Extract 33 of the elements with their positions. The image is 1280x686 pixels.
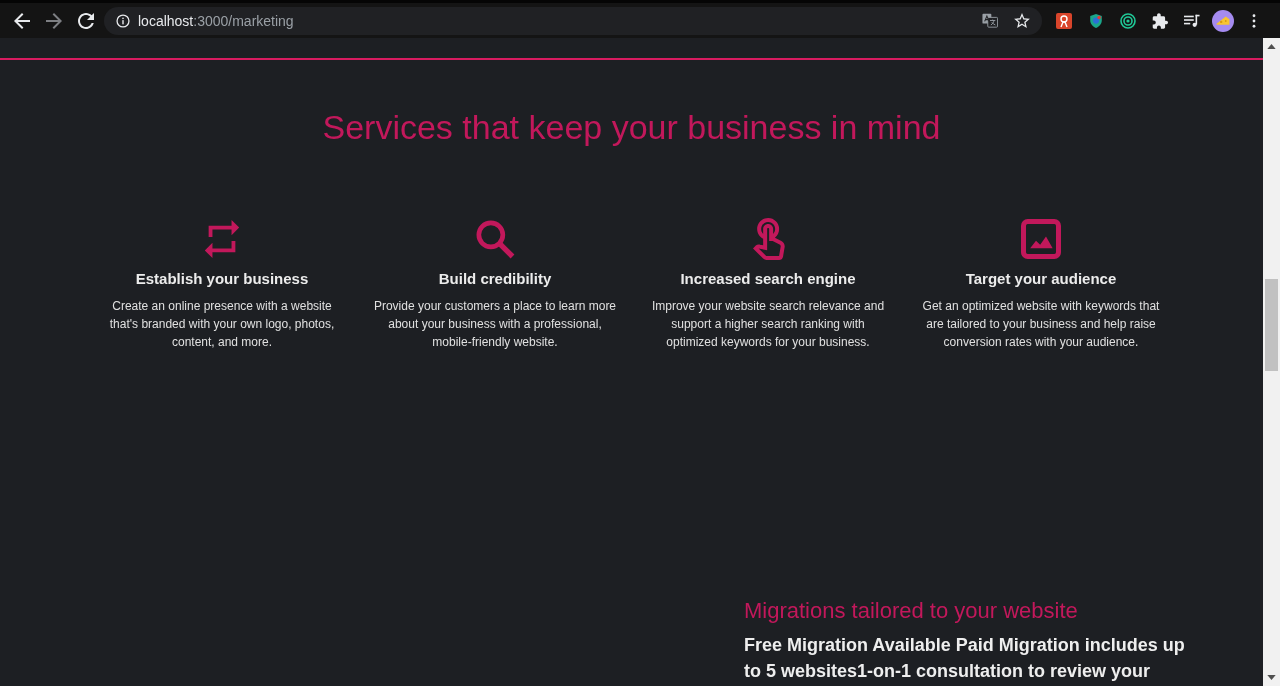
arrow-right-icon[interactable] xyxy=(46,12,62,29)
shield-icon[interactable] xyxy=(1088,12,1104,29)
menu-icon[interactable] xyxy=(1252,13,1256,28)
feature-title: Target your audience xyxy=(965,269,1117,289)
avatar-icon[interactable] xyxy=(1212,9,1234,32)
feature-description: Create an online presence with a website that's branded with your own logo, photos, content, and more. xyxy=(108,298,336,351)
image-icon xyxy=(1021,218,1061,260)
reload-icon[interactable] xyxy=(78,12,94,29)
feature-description: Provide your customers a place to learn more about your business with a professional, mobile-friendly website. xyxy=(372,298,618,351)
playlist-icon[interactable] xyxy=(1184,12,1200,29)
target-icon[interactable] xyxy=(1120,12,1136,29)
star-icon[interactable] xyxy=(1014,13,1030,28)
address-url[interactable]: localhost:3000/marketing xyxy=(138,12,294,29)
migrations-heading: Migrations tailored to your website xyxy=(744,597,1079,625)
feature-description: Improve your website search relevance and support a higher search ranking with optimized keywords for your business. xyxy=(650,298,886,351)
scrollbar-thumb[interactable] xyxy=(1265,279,1278,371)
scrollbar[interactable] xyxy=(1263,38,1280,686)
feature-title: Establish your business xyxy=(135,269,309,289)
caret-up-icon[interactable] xyxy=(1267,44,1276,49)
feature-description: Get an optimized website with keywords that are tailored to your business and help raise conversion rates with your audience. xyxy=(921,298,1161,351)
app-tile-icon[interactable] xyxy=(1056,12,1072,29)
migrations-text: Free Migration Available Paid Migration includes up to 5 websites1-on-1 consultation to review your xyxy=(744,634,1186,683)
address-bar[interactable]: localhost:3000/marketing xyxy=(104,6,1042,35)
feature-title: Increased search engine xyxy=(680,269,856,289)
caret-down-icon[interactable] xyxy=(1267,675,1276,680)
section-heading: Services that keep your business in mind xyxy=(321,107,942,147)
arrow-left-icon[interactable] xyxy=(14,12,30,29)
info-icon[interactable] xyxy=(116,13,130,28)
translate-icon[interactable] xyxy=(982,13,998,28)
search-icon xyxy=(475,218,515,260)
puzzle-icon[interactable] xyxy=(1152,12,1168,29)
repeat-arrows-icon xyxy=(202,218,242,260)
feature-title: Build credibility xyxy=(438,269,552,289)
